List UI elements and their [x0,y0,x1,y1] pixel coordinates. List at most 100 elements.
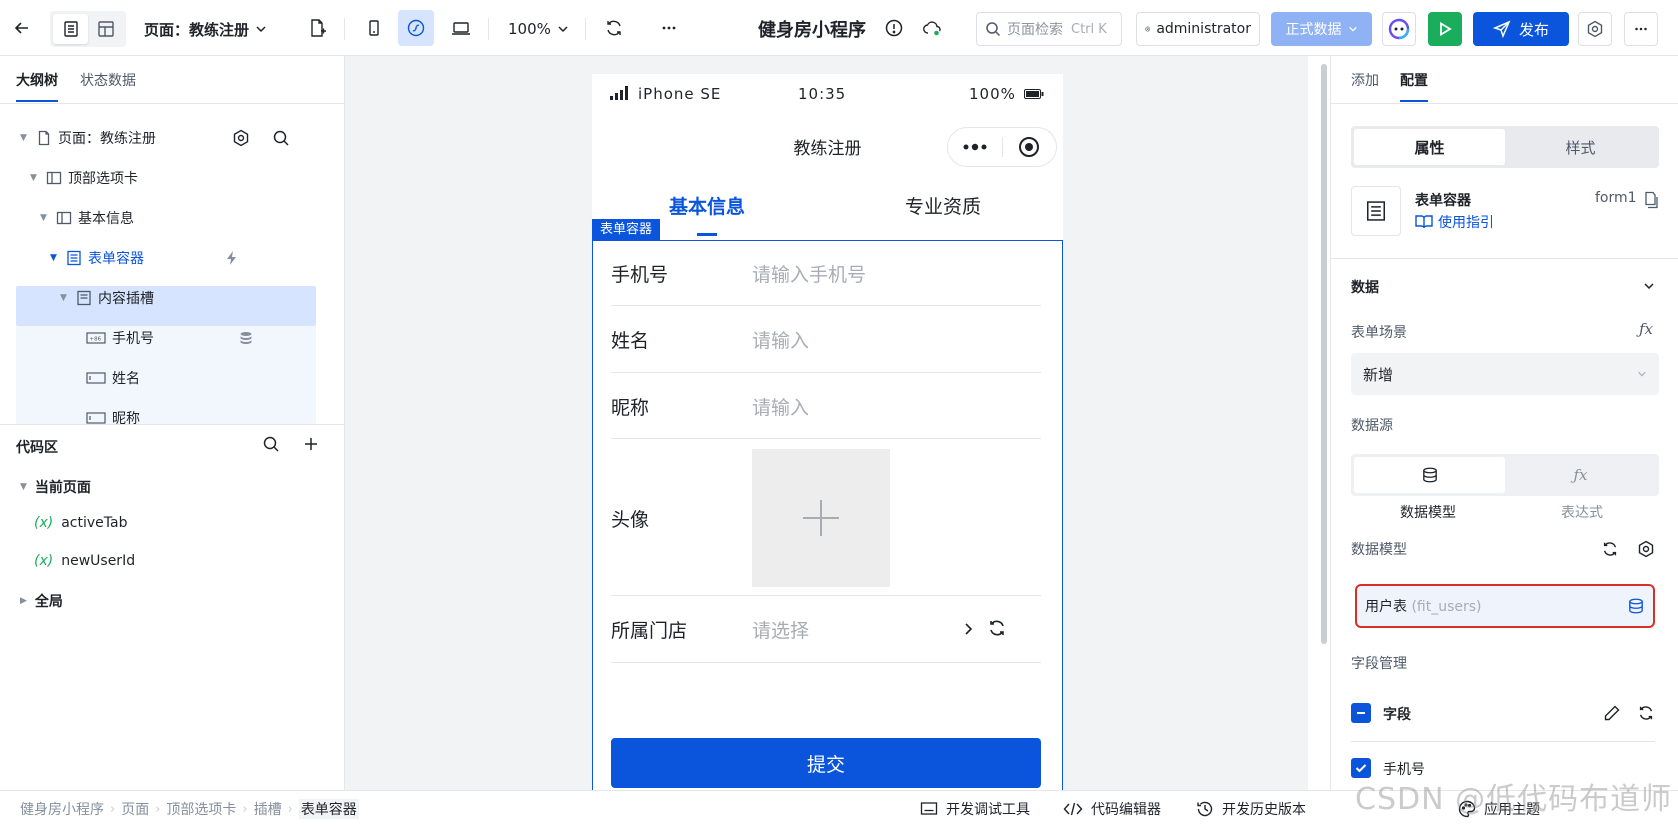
event-bolt-icon[interactable] [224,238,240,278]
form-row-avatar: 头像 [611,439,1041,596]
capsule-more-icon[interactable] [948,143,1002,151]
user-name: administrator [1156,21,1251,37]
nickname-input[interactable]: 请输入 [752,393,809,420]
layout-view-icon[interactable] [88,14,123,44]
page-view-icon[interactable] [53,14,88,44]
app-title: 健身房小程序 [758,20,866,41]
refresh-icon[interactable] [987,618,1007,638]
tab-config[interactable]: 配置 [1400,70,1428,102]
status-time: 10:35 [798,85,847,103]
code-current-page[interactable]: ▼ 当前页面 [20,477,91,497]
preview-play-button[interactable] [1428,12,1462,46]
refresh-icon[interactable] [1601,540,1619,558]
form-row-nickname: 昵称 请输入 [611,373,1041,439]
gear-icon[interactable] [1637,540,1655,558]
ai-assistant-button[interactable] [1382,12,1416,46]
code-var-new-user-id[interactable]: (x) newUserId [34,553,135,569]
dev-debug-tool-button[interactable]: 开发调试工具 [920,799,1030,819]
canvas-scrollbar[interactable] [1321,64,1327,644]
tab-add[interactable]: 添加 [1351,70,1379,90]
name-input[interactable]: 请输入 [752,326,809,353]
form-scene-select[interactable]: 新增 [1351,353,1659,395]
zoom-select[interactable]: 100% [508,14,569,44]
data-binding-icon[interactable] [238,318,254,358]
caret-down-icon[interactable]: ▼ [40,213,50,223]
tree-item-content-slot[interactable]: ▼ 内容插槽 [60,278,154,318]
tree-item-phone[interactable]: +86 手机号 [86,318,154,358]
expression-option-icon[interactable]: ƒx [1505,457,1656,493]
settings-button[interactable] [1578,12,1612,46]
breadcrumb-item[interactable]: 顶部选项卡 [166,799,236,819]
caret-down-icon[interactable]: ▼ [20,133,30,143]
caret-right-icon[interactable]: ▶ [20,596,27,606]
phone-tab-qualification[interactable]: 专业资质 [905,192,981,219]
tab-state-data[interactable]: 状态数据 [80,70,136,90]
more-horizontal-icon[interactable] [651,10,687,46]
tree-item-top-tabs[interactable]: ▼ 顶部选项卡 [30,158,138,198]
more-menu-button[interactable] [1624,12,1658,46]
mobile-device-icon[interactable] [356,10,392,46]
refresh-icon[interactable] [596,10,632,46]
capsule-close-icon[interactable] [1003,136,1057,158]
user-button[interactable]: administrator [1136,12,1260,46]
code-search-icon[interactable] [262,435,280,453]
phone-preview: iPhone SE 10:35 100% 教练注册 基本信息 专业资质 表单容器… [592,74,1063,790]
back-arrow-icon[interactable] [4,10,40,46]
expression-fx-icon[interactable]: ƒx [1639,320,1653,338]
caret-down-icon[interactable]: ▼ [20,482,27,492]
tree-item-nickname[interactable]: 昵称 [86,398,140,424]
data-model-option-label[interactable]: 数据模型 [1351,502,1505,522]
tree-item-basic-info[interactable]: ▼ 基本信息 [40,198,134,238]
copy-icon[interactable] [1643,191,1659,209]
add-page-icon[interactable] [299,10,335,46]
desktop-device-icon[interactable] [443,10,479,46]
page-search-input[interactable]: 页面检索 Ctrl K [976,12,1122,46]
chevron-down-icon[interactable] [1643,280,1655,292]
tab-styles[interactable]: 样式 [1505,129,1656,165]
caret-down-icon[interactable]: ▼ [50,253,60,263]
submit-button[interactable]: 提交 [611,738,1041,788]
avatar-upload[interactable] [752,449,890,587]
mini-program-icon[interactable] [398,10,434,46]
data-model-option-icon[interactable] [1354,457,1505,493]
search-icon [986,22,1001,37]
breadcrumb-item[interactable]: 健身房小程序 [20,799,104,819]
zoom-value: 100% [508,20,551,38]
tree-item-form-container[interactable]: ▼ 表单容器 [50,238,144,278]
dev-history-button[interactable]: 开发历史版本 [1196,799,1306,819]
add-code-icon[interactable] [302,435,320,453]
code-var-active-tab[interactable]: (x) activeTab [34,515,127,531]
page-settings-icon[interactable] [232,118,250,158]
battery-percent: 100% [969,85,1016,103]
breadcrumb-item[interactable]: 页面 [121,799,149,819]
tree-item-name[interactable]: 姓名 [86,358,140,398]
tree-item-label: 昵称 [112,411,140,424]
phone-tab-basic-info[interactable]: 基本信息 [669,192,745,219]
data-env-label: 正式数据 [1285,22,1342,38]
tab-outline-tree[interactable]: 大纲树 [16,70,58,102]
chevron-right-icon[interactable] [963,622,973,636]
tree-item-page[interactable]: ▼ 页面：教练注册 [20,118,156,158]
store-select[interactable]: 请选择 [752,616,809,643]
publish-button[interactable]: 发布 [1473,12,1569,46]
phone-input[interactable]: 请输入手机号 [752,260,866,287]
data-env-select[interactable]: 正式数据 [1271,12,1372,46]
info-icon[interactable] [876,10,912,46]
breadcrumb-separator: › [155,801,161,817]
usage-guide-link[interactable]: 使用指引 [1415,212,1494,232]
tree-search-icon[interactable] [272,118,290,158]
cloud-sync-icon[interactable] [914,10,950,46]
code-global[interactable]: ▶ 全局 [20,591,63,611]
refresh-icon[interactable] [1637,704,1655,722]
select-all-checkbox[interactable] [1351,703,1371,723]
data-model-select[interactable]: 用户表 (fit_users) [1355,584,1655,628]
caret-down-icon[interactable]: ▼ [60,293,70,303]
breadcrumb-current[interactable]: 表单容器 [298,799,359,819]
breadcrumb-item[interactable]: 插槽 [254,799,282,819]
expression-option-label[interactable]: 表达式 [1505,502,1659,522]
caret-down-icon[interactable]: ▼ [30,173,40,183]
edit-pencil-icon[interactable] [1603,704,1621,722]
tab-properties[interactable]: 属性 [1354,129,1505,165]
code-editor-button[interactable]: 代码编辑器 [1063,799,1161,819]
page-select[interactable]: 页面：教练注册 [144,14,267,44]
